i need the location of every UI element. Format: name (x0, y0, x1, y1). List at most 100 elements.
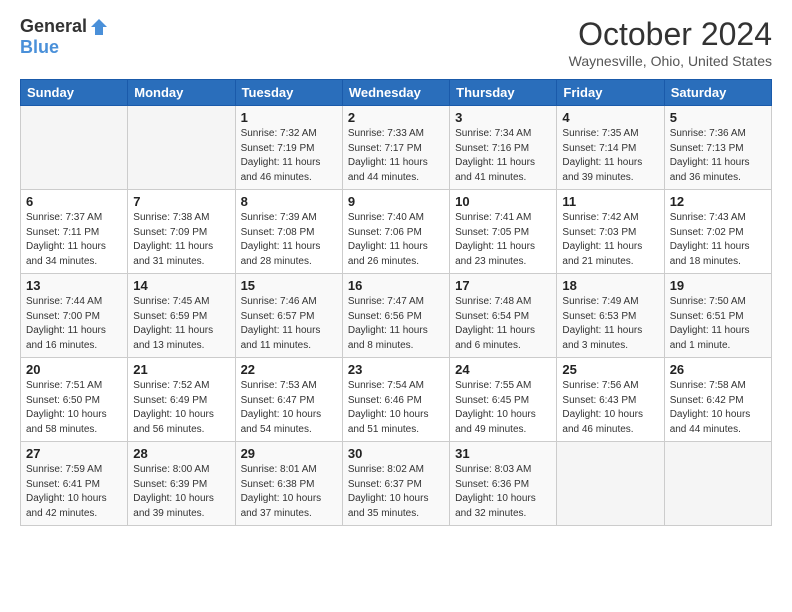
table-row: 28 Sunrise: 8:00 AMSunset: 6:39 PMDayligh… (128, 442, 235, 526)
table-row: 20 Sunrise: 7:51 AMSunset: 6:50 PMDayligh… (21, 358, 128, 442)
day-info: Sunrise: 8:00 AMSunset: 6:39 PMDaylight:… (133, 463, 229, 521)
day-number: 8 (241, 194, 337, 209)
day-number: 13 (26, 278, 122, 293)
day-info: Sunrise: 7:41 AMSunset: 7:05 PMDaylight:… (455, 211, 551, 269)
month-title: October 2024 (569, 16, 772, 53)
day-number: 30 (348, 446, 444, 461)
table-row: 23Sunrise: 7:54 AMSunset: 6:46 PMDayligh… (342, 358, 449, 442)
day-info: Sunrise: 7:56 AMSunset: 6:43 PMDaylight:… (562, 379, 658, 437)
day-info: Sunrise: 7:55 AMSunset: 6:45 PMDaylight:… (455, 379, 551, 437)
day-number: 21 (133, 362, 229, 377)
table-row: 14 Sunrise: 7:45 AMSunset: 6:59 PMDayligh… (128, 274, 235, 358)
table-row: 30Sunrise: 8:02 AMSunset: 6:37 PMDayligh… (342, 442, 449, 526)
table-row (128, 106, 235, 190)
calendar-header-row: Sunday Monday Tuesday Wednesday Thursday… (21, 80, 772, 106)
table-row: 26 Sunrise: 7:58 AMSunset: 6:42 PMDayligh… (664, 358, 771, 442)
table-row: 24 Sunrise: 7:55 AMSunset: 6:45 PMDayligh… (450, 358, 557, 442)
day-info: Sunrise: 7:33 AMSunset: 7:17 PMDaylight:… (348, 127, 444, 185)
day-number: 24 (455, 362, 551, 377)
day-info: Sunrise: 7:50 AMSunset: 6:51 PMDaylight:… (670, 295, 766, 353)
table-row: 12Sunrise: 7:43 AMSunset: 7:02 PMDayligh… (664, 190, 771, 274)
day-info: Sunrise: 7:51 AMSunset: 6:50 PMDaylight:… (26, 379, 122, 437)
col-wednesday: Wednesday (342, 80, 449, 106)
day-number: 12 (670, 194, 766, 209)
table-row: 27Sunrise: 7:59 AMSunset: 6:41 PMDayligh… (21, 442, 128, 526)
day-number: 16 (348, 278, 444, 293)
table-row: 16 Sunrise: 7:47 AMSunset: 6:56 PMDayligh… (342, 274, 449, 358)
table-row: 2 Sunrise: 7:33 AMSunset: 7:17 PMDaylight… (342, 106, 449, 190)
day-info: Sunrise: 7:47 AMSunset: 6:56 PMDaylight:… (348, 295, 444, 353)
day-number: 6 (26, 194, 122, 209)
calendar-week-row: 6Sunrise: 7:37 AMSunset: 7:11 PMDaylight… (21, 190, 772, 274)
day-info: Sunrise: 7:53 AMSunset: 6:47 PMDaylight:… (241, 379, 337, 437)
table-row: 8 Sunrise: 7:39 AMSunset: 7:08 PMDaylight… (235, 190, 342, 274)
table-row: 11 Sunrise: 7:42 AMSunset: 7:03 PMDayligh… (557, 190, 664, 274)
day-number: 20 (26, 362, 122, 377)
day-info: Sunrise: 7:35 AMSunset: 7:14 PMDaylight:… (562, 127, 658, 185)
day-info: Sunrise: 7:34 AMSunset: 7:16 PMDaylight:… (455, 127, 551, 185)
calendar-table: Sunday Monday Tuesday Wednesday Thursday… (20, 79, 772, 526)
day-number: 19 (670, 278, 766, 293)
logo-icon (89, 17, 109, 37)
day-info: Sunrise: 7:42 AMSunset: 7:03 PMDaylight:… (562, 211, 658, 269)
day-info: Sunrise: 7:58 AMSunset: 6:42 PMDaylight:… (670, 379, 766, 437)
day-number: 23 (348, 362, 444, 377)
day-info: Sunrise: 7:49 AMSunset: 6:53 PMDaylight:… (562, 295, 658, 353)
col-tuesday: Tuesday (235, 80, 342, 106)
day-info: Sunrise: 8:01 AMSunset: 6:38 PMDaylight:… (241, 463, 337, 521)
table-row: 3Sunrise: 7:34 AMSunset: 7:16 PMDaylight… (450, 106, 557, 190)
day-number: 26 (670, 362, 766, 377)
day-number: 2 (348, 110, 444, 125)
col-monday: Monday (128, 80, 235, 106)
day-number: 4 (562, 110, 658, 125)
table-row: 21 Sunrise: 7:52 AMSunset: 6:49 PMDayligh… (128, 358, 235, 442)
table-row: 29 Sunrise: 8:01 AMSunset: 6:38 PMDayligh… (235, 442, 342, 526)
day-info: Sunrise: 7:36 AMSunset: 7:13 PMDaylight:… (670, 127, 766, 185)
day-info: Sunrise: 7:59 AMSunset: 6:41 PMDaylight:… (26, 463, 122, 521)
day-number: 15 (241, 278, 337, 293)
title-block: October 2024 Waynesville, Ohio, United S… (569, 16, 772, 69)
day-number: 11 (562, 194, 658, 209)
day-number: 5 (670, 110, 766, 125)
day-info: Sunrise: 7:39 AMSunset: 7:08 PMDaylight:… (241, 211, 337, 269)
calendar-week-row: 1 Sunrise: 7:32 AMSunset: 7:19 PMDaylight… (21, 106, 772, 190)
table-row: 13 Sunrise: 7:44 AMSunset: 7:00 PMDayligh… (21, 274, 128, 358)
table-row: 6Sunrise: 7:37 AMSunset: 7:11 PMDaylight… (21, 190, 128, 274)
col-sunday: Sunday (21, 80, 128, 106)
day-info: Sunrise: 7:45 AMSunset: 6:59 PMDaylight:… (133, 295, 229, 353)
day-info: Sunrise: 7:32 AMSunset: 7:19 PMDaylight:… (241, 127, 337, 185)
day-number: 14 (133, 278, 229, 293)
logo-blue-text: Blue (20, 37, 59, 57)
day-info: Sunrise: 7:52 AMSunset: 6:49 PMDaylight:… (133, 379, 229, 437)
day-number: 31 (455, 446, 551, 461)
table-row: 25Sunrise: 7:56 AMSunset: 6:43 PMDayligh… (557, 358, 664, 442)
logo: General Blue (20, 16, 109, 58)
table-row: 19 Sunrise: 7:50 AMSunset: 6:51 PMDayligh… (664, 274, 771, 358)
day-number: 22 (241, 362, 337, 377)
day-info: Sunrise: 8:03 AMSunset: 6:36 PMDaylight:… (455, 463, 551, 521)
day-number: 1 (241, 110, 337, 125)
day-info: Sunrise: 7:48 AMSunset: 6:54 PMDaylight:… (455, 295, 551, 353)
location-text: Waynesville, Ohio, United States (569, 53, 772, 69)
calendar-page: General Blue October 2024 Waynesville, O… (0, 0, 792, 612)
col-saturday: Saturday (664, 80, 771, 106)
col-friday: Friday (557, 80, 664, 106)
table-row: 9 Sunrise: 7:40 AMSunset: 7:06 PMDaylight… (342, 190, 449, 274)
day-number: 10 (455, 194, 551, 209)
table-row: 7Sunrise: 7:38 AMSunset: 7:09 PMDaylight… (128, 190, 235, 274)
table-row: 17Sunrise: 7:48 AMSunset: 6:54 PMDayligh… (450, 274, 557, 358)
day-number: 28 (133, 446, 229, 461)
table-row: 10 Sunrise: 7:41 AMSunset: 7:05 PMDayligh… (450, 190, 557, 274)
table-row: 1 Sunrise: 7:32 AMSunset: 7:19 PMDaylight… (235, 106, 342, 190)
table-row (21, 106, 128, 190)
table-row (557, 442, 664, 526)
day-number: 29 (241, 446, 337, 461)
day-number: 9 (348, 194, 444, 209)
day-info: Sunrise: 7:44 AMSunset: 7:00 PMDaylight:… (26, 295, 122, 353)
calendar-week-row: 20 Sunrise: 7:51 AMSunset: 6:50 PMDayligh… (21, 358, 772, 442)
calendar-week-row: 27Sunrise: 7:59 AMSunset: 6:41 PMDayligh… (21, 442, 772, 526)
day-info: Sunrise: 7:40 AMSunset: 7:06 PMDaylight:… (348, 211, 444, 269)
table-row: 18 Sunrise: 7:49 AMSunset: 6:53 PMDayligh… (557, 274, 664, 358)
day-number: 18 (562, 278, 658, 293)
table-row: 15Sunrise: 7:46 AMSunset: 6:57 PMDayligh… (235, 274, 342, 358)
